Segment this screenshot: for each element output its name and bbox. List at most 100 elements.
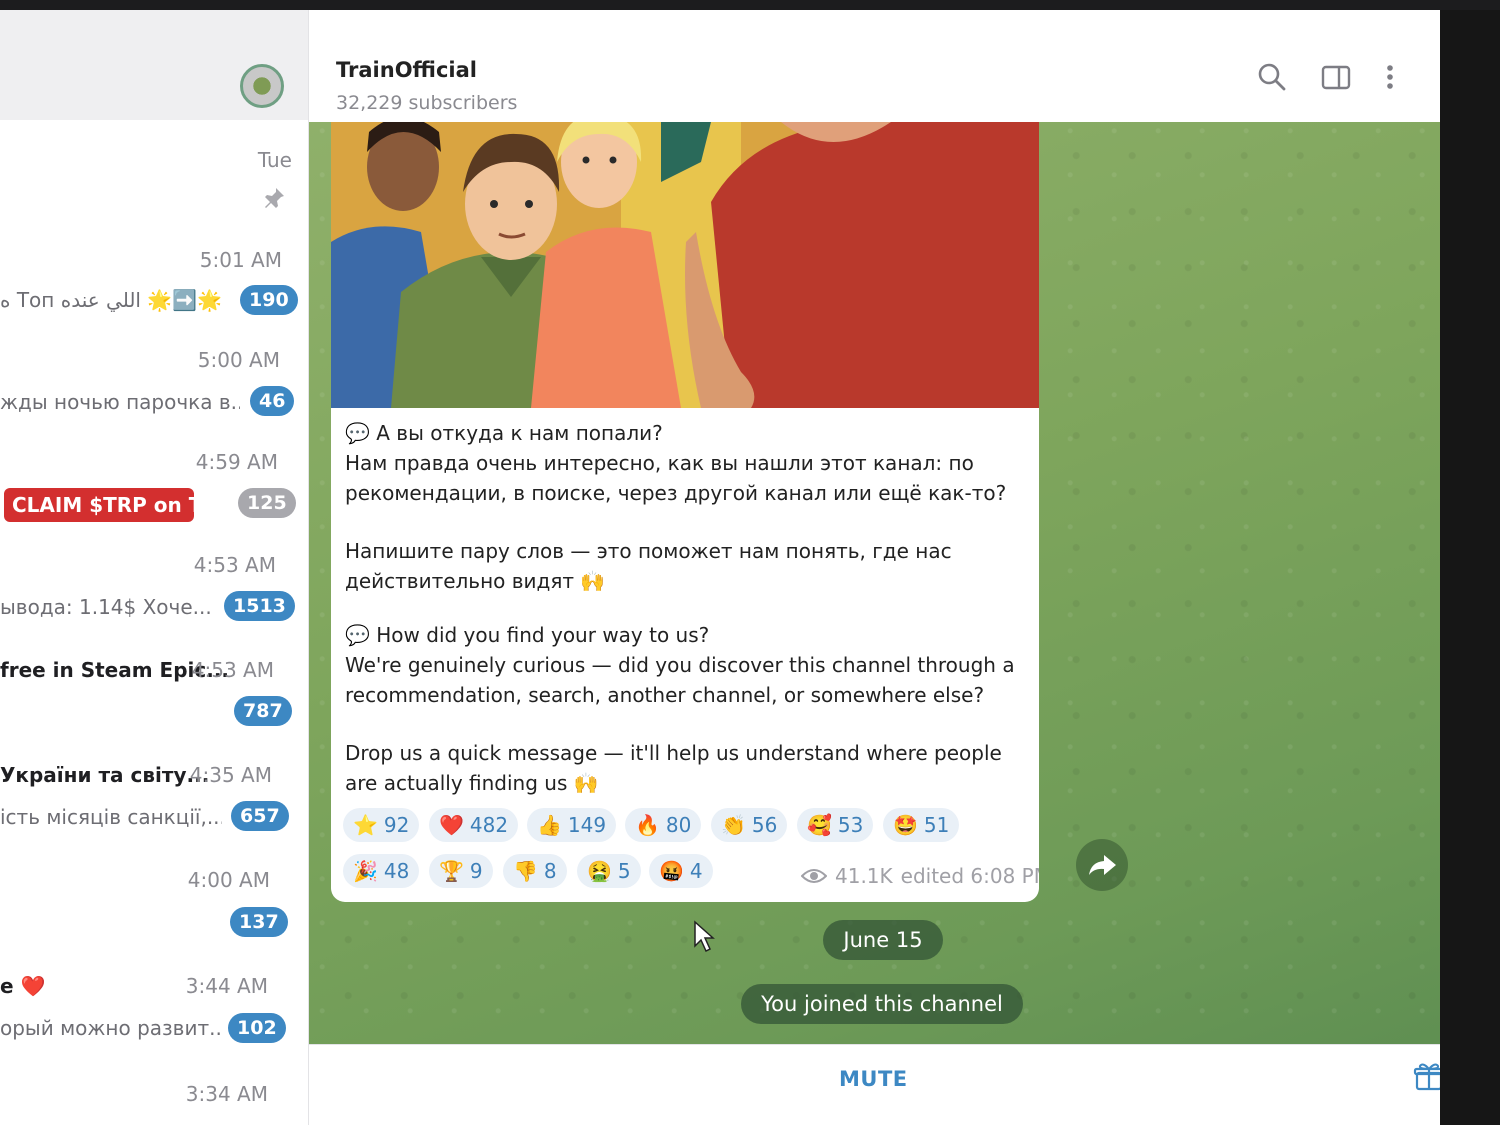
post-heading-en: 💬 How did you find your way to us? bbox=[345, 623, 710, 647]
reaction-count: 53 bbox=[837, 813, 864, 837]
telegram-window: — ❐ ✕ Tue 5:01 AM ه Топ اللي عنده 🌟➡️🌟 1… bbox=[0, 0, 1468, 1125]
chat-time: 4:53 AM bbox=[193, 553, 276, 577]
chat-preview: орый можно развит... bbox=[0, 1016, 220, 1040]
reaction-count: 8 bbox=[543, 859, 557, 883]
screen-bezel bbox=[1440, 0, 1500, 1125]
reaction-count: 48 bbox=[383, 859, 410, 883]
reaction-thumbs-up[interactable]: 👍 149 bbox=[527, 808, 617, 842]
post-text-line: recommendation, search, another channel,… bbox=[345, 683, 985, 707]
reaction-count: 482 bbox=[469, 813, 509, 837]
star-icon: ⭐ bbox=[353, 813, 378, 837]
unread-badge: 787 bbox=[234, 696, 292, 726]
unread-badge: 125 bbox=[238, 488, 296, 518]
reaction-angry[interactable]: 🤬 4 bbox=[649, 854, 713, 888]
chat-preview: ывода: 1.14$ Хоче... bbox=[0, 595, 212, 619]
post-heading-ru: 💬 А вы откуда к нам попали? bbox=[345, 421, 663, 445]
post-text-line: рекомендации, в поиске, через другой кан… bbox=[345, 481, 1007, 505]
chat-preview: ه Топ اللي عنده 🌟➡️🌟 bbox=[0, 288, 223, 312]
reaction-star-struck[interactable]: 🤩 51 bbox=[883, 808, 960, 842]
cursing-face-icon: 🤬 bbox=[659, 859, 684, 883]
thumbs-down-icon: 👎 bbox=[513, 859, 538, 883]
sidebar-toggle-icon[interactable] bbox=[1319, 60, 1353, 94]
chat-time: 5:00 AM bbox=[197, 348, 280, 372]
edited-timestamp: edited 6:08 PM bbox=[900, 864, 1039, 888]
chat-time: 5:01 AM bbox=[199, 248, 282, 272]
reaction-count: 4 bbox=[689, 859, 703, 883]
chat-title: України та світу... bbox=[0, 763, 210, 787]
chat-header[interactable]: TrainOfficial 32,229 subscribers bbox=[309, 0, 1468, 122]
share-arrow-icon bbox=[1089, 855, 1116, 875]
post-text-line: Drop us a quick message — it'll help us … bbox=[345, 741, 1002, 765]
post-illustration[interactable] bbox=[331, 122, 1039, 408]
joined-notice: You joined this channel bbox=[741, 984, 1023, 1024]
chat-time: 3:44 AM bbox=[185, 974, 268, 998]
reaction-count: 5 bbox=[617, 859, 631, 883]
chat-list-sidebar: Tue 5:01 AM ه Топ اللي عنده 🌟➡️🌟 190 5:0… bbox=[0, 0, 309, 1125]
reaction-love-face[interactable]: 🥰 53 bbox=[797, 808, 874, 842]
unread-badge: 1513 bbox=[224, 591, 295, 621]
reaction-trophy[interactable]: 🏆 9 bbox=[429, 854, 493, 888]
mouse-cursor-icon bbox=[694, 920, 715, 953]
chat-time: 4:35 AM bbox=[189, 763, 272, 787]
reaction-thumbs-down[interactable]: 👎 8 bbox=[503, 854, 567, 888]
trophy-icon: 🏆 bbox=[439, 859, 464, 883]
chat-preview: жды ночью парочка в... bbox=[0, 390, 240, 414]
chat-preview: iсть місяців санкції,... bbox=[0, 805, 222, 829]
smiling-hearts-icon: 🥰 bbox=[807, 813, 832, 837]
channel-post[interactable]: 💬 А вы откуда к нам попали? Нам правда о… bbox=[331, 122, 1039, 902]
chat-time: 4:59 AM bbox=[195, 450, 278, 474]
reaction-count: 51 bbox=[923, 813, 950, 837]
forward-button[interactable] bbox=[1076, 839, 1128, 891]
post-text-line: Напишите пару слов — это поможет нам пон… bbox=[345, 539, 952, 563]
reaction-star[interactable]: ⭐ 92 bbox=[343, 808, 420, 842]
reaction-vomit[interactable]: 🤮 5 bbox=[577, 854, 641, 888]
pin-icon bbox=[265, 188, 284, 208]
sidebar-header bbox=[0, 0, 308, 120]
thumbs-up-icon: 👍 bbox=[537, 813, 562, 837]
reaction-fire[interactable]: 🔥 80 bbox=[625, 808, 702, 842]
date-separator: June 15 bbox=[823, 920, 943, 960]
subscriber-count: 32,229 subscribers bbox=[336, 92, 518, 114]
reaction-clap[interactable]: 👏 56 bbox=[711, 808, 788, 842]
unread-badge: 46 bbox=[250, 386, 295, 416]
heart-icon: ❤️ bbox=[439, 813, 464, 837]
fire-icon: 🔥 bbox=[635, 813, 660, 837]
screen-bezel bbox=[0, 0, 1500, 10]
party-popper-icon: 🎉 bbox=[353, 859, 378, 883]
vomit-face-icon: 🤮 bbox=[587, 859, 612, 883]
chat-time: 3:34 AM bbox=[185, 1082, 268, 1106]
reaction-count: 56 bbox=[751, 813, 778, 837]
reaction-party[interactable]: 🎉 48 bbox=[343, 854, 420, 888]
views-eye-icon bbox=[801, 869, 827, 883]
chat-title: e ❤️ bbox=[0, 974, 46, 998]
more-menu-icon[interactable] bbox=[1373, 60, 1407, 94]
mute-button[interactable]: MUTE bbox=[839, 1067, 908, 1091]
chat-wallpaper: 💬 А вы откуда к нам попали? Нам правда о… bbox=[309, 122, 1468, 1044]
clap-icon: 👏 bbox=[721, 813, 746, 837]
unread-badge: 102 bbox=[228, 1013, 286, 1043]
chat-time: Tue bbox=[257, 148, 292, 172]
reaction-count: 92 bbox=[383, 813, 410, 837]
unread-badge: 137 bbox=[230, 907, 288, 937]
unread-badge: 657 bbox=[231, 801, 289, 831]
post-text-line: are actually finding us 🙌 bbox=[345, 771, 599, 795]
chat-preview: CLAIM $TRP on T... bbox=[4, 488, 194, 522]
star-struck-icon: 🤩 bbox=[893, 813, 918, 837]
channel-title: TrainOfficial bbox=[336, 58, 477, 82]
chat-time: 4:53 AM bbox=[191, 658, 274, 682]
chat-panel: TrainOfficial 32,229 subscribers 💬 А вы … bbox=[309, 0, 1468, 1125]
post-text-line: We're genuinely curious — did you discov… bbox=[345, 653, 1015, 677]
chat-title: free in Steam Epic... bbox=[0, 658, 230, 682]
view-count: 41.1K bbox=[835, 864, 893, 888]
reaction-count: 149 bbox=[567, 813, 607, 837]
post-text-line: действительно видят 🙌 bbox=[345, 569, 606, 593]
story-avatar[interactable] bbox=[240, 64, 284, 108]
reaction-count: 9 bbox=[469, 859, 483, 883]
reaction-heart[interactable]: ❤️ 482 bbox=[429, 808, 519, 842]
unread-badge: 190 bbox=[240, 285, 298, 315]
post-text-line: Нам правда очень интересно, как вы нашли… bbox=[345, 451, 974, 475]
bottom-bar: MUTE bbox=[309, 1044, 1468, 1125]
chat-time: 4:00 AM bbox=[187, 868, 270, 892]
post-meta: 41.1K edited 6:08 PM bbox=[801, 864, 1039, 888]
search-icon[interactable] bbox=[1255, 60, 1289, 94]
